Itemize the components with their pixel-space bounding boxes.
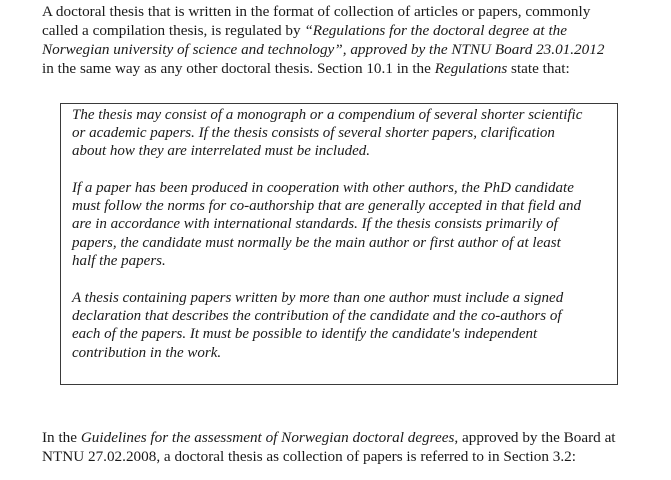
intro-line-2-text: called a compilation thesis, is regulate… bbox=[42, 22, 305, 39]
outro-line-2: NTNU 27.02.2008, a doctoral thesis as co… bbox=[42, 448, 576, 465]
quote-line: papers, the candidate must normally be t… bbox=[72, 234, 561, 251]
regulations-quote-box: The thesis may consist of a monograph or… bbox=[60, 103, 618, 385]
regulations-title-end: Norwegian university of science and tech… bbox=[42, 41, 605, 58]
intro-line-4: in the same way as any other doctoral th… bbox=[42, 59, 667, 78]
document-page: A doctoral thesis that is written in the… bbox=[0, 0, 671, 480]
regulations-title-start: “Regulations for the doctoral degree at … bbox=[304, 22, 567, 39]
outro-line-1: In the Guidelines for the assessment of … bbox=[42, 428, 667, 447]
quote-line: each of the papers. It must be possible … bbox=[72, 326, 538, 343]
quote-line: or academic papers. If the thesis consis… bbox=[72, 125, 555, 142]
outro-paragraph: In the Guidelines for the assessment of … bbox=[42, 428, 667, 466]
outro-line-1-text: In the bbox=[42, 429, 81, 446]
quote-line: The thesis may consist of a monograph or… bbox=[72, 107, 583, 123]
intro-line-2: called a compilation thesis, is regulate… bbox=[42, 21, 667, 40]
outro-line-1-end: , approved by the Board at bbox=[454, 429, 616, 446]
quote-line: half the papers. bbox=[72, 252, 166, 269]
intro-line-4-text: in the same way as any other doctoral th… bbox=[42, 60, 435, 77]
quote-line: contribution in the work. bbox=[72, 344, 222, 361]
quote-line: declaration that describes the contribut… bbox=[72, 308, 562, 325]
regulations-word: Regulations bbox=[434, 60, 508, 77]
quote-paragraph-1: The thesis may consist of a monograph or… bbox=[72, 106, 612, 161]
quote-paragraph-2: If a paper has been produced in cooperat… bbox=[72, 179, 612, 270]
intro-line-1: A doctoral thesis that is written in the… bbox=[42, 3, 591, 20]
quote-line: A thesis containing papers written by mo… bbox=[72, 290, 564, 306]
quote-line: must follow the norms for co-authorship … bbox=[72, 198, 581, 215]
quote-line: are in accordance with international sta… bbox=[72, 216, 558, 233]
intro-line-4-end: state that: bbox=[507, 60, 570, 77]
guidelines-title: Guidelines for the assessment of Norwegi… bbox=[80, 429, 455, 446]
quote-line: about how they are interrelated must be … bbox=[72, 143, 371, 160]
intro-paragraph: A doctoral thesis that is written in the… bbox=[42, 2, 667, 78]
quote-line: If a paper has been produced in cooperat… bbox=[72, 180, 574, 196]
quote-paragraph-3: A thesis containing papers written by mo… bbox=[72, 289, 612, 362]
